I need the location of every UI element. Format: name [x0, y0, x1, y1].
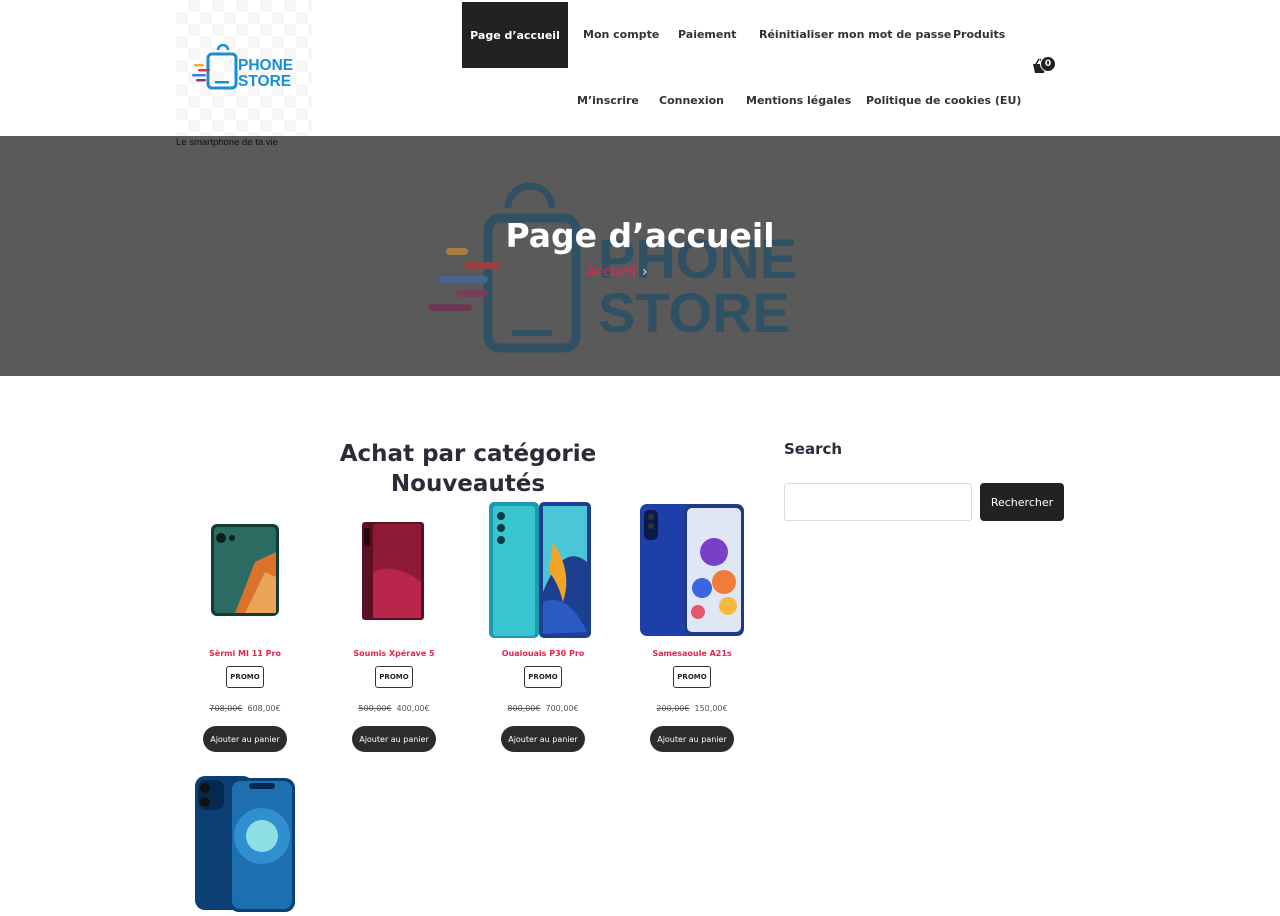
site-header: PHONE STORE Page d’accueil Mon compte Pa… — [0, 0, 1280, 136]
product-name[interactable]: Samesaoule A21s — [632, 649, 752, 658]
phone-store-logo-icon: PHONE STORE — [192, 44, 293, 90]
old-price: 800,00€ — [507, 704, 541, 713]
page-title: Page d’accueil — [505, 216, 775, 255]
product-price: 200,00€ 150,00€ — [632, 704, 752, 713]
breadcrumb-separator-icon: › — [642, 264, 648, 280]
add-to-cart-button[interactable]: Ajouter au panier — [352, 726, 436, 752]
search-button[interactable]: Rechercher — [980, 483, 1064, 521]
new-price: 608,00€ — [247, 704, 281, 713]
svg-text:PHONE: PHONE — [238, 57, 293, 74]
new-price: 700,00€ — [545, 704, 579, 713]
nav-item-connexion[interactable]: Connexion — [659, 94, 724, 107]
nav-item-reset-password[interactable]: Réinitialiser mon mot de passe — [759, 28, 951, 41]
product-card: Soumis Xpérave 5 PROMO 500,00€ 400,00€ Aj… — [334, 502, 454, 762]
promo-badge: PROMO — [226, 666, 264, 688]
product-name[interactable]: Soumis Xpérave 5 — [334, 649, 454, 658]
breadcrumb-link-accueil[interactable]: Accueil — [586, 264, 636, 280]
add-to-cart-button[interactable]: Ajouter au panier — [501, 726, 585, 752]
product-name[interactable]: Sèrmi MI 11 Pro — [185, 649, 305, 658]
product-card: Sèrmi MI 11 Pro PROMO 708,00€ 608,00€ Ajo… — [185, 502, 305, 762]
nav-item-accueil[interactable]: Page d’accueil — [462, 2, 568, 68]
old-price: 200,00€ — [656, 704, 690, 713]
nav-item-inscrire[interactable]: M’inscrire — [577, 94, 639, 107]
page-hero: PHONE STORE Page d’accueil Accueil › — [0, 136, 1280, 376]
svg-text:STORE: STORE — [598, 281, 790, 344]
nav-item-mentions-legales[interactable]: Mentions légales — [746, 94, 851, 107]
breadcrumb: Accueil › — [586, 264, 648, 280]
hero-watermark-logo-icon: PHONE STORE — [428, 182, 797, 353]
section-title-categories: Achat par catégorie — [339, 441, 597, 467]
product-image[interactable] — [334, 502, 454, 642]
promo-badge: PROMO — [375, 666, 413, 688]
add-to-cart-button[interactable]: Ajouter au panier — [650, 726, 734, 752]
search-input[interactable] — [784, 483, 972, 521]
product-name[interactable]: Ouaiouais P30 Pro — [483, 649, 603, 658]
old-price: 500,00€ — [358, 704, 392, 713]
svg-text:STORE: STORE — [238, 73, 291, 90]
product-price: 500,00€ 400,00€ — [334, 704, 454, 713]
product-price: 800,00€ 700,00€ — [483, 704, 603, 713]
product-image[interactable] — [185, 774, 305, 914]
product-card: Ouaiouais P30 Pro PROMO 800,00€ 700,00€ A… — [483, 502, 603, 762]
new-price: 150,00€ — [694, 704, 728, 713]
add-to-cart-button[interactable]: Ajouter au panier — [203, 726, 287, 752]
product-card: Samesaoule A21s PROMO 200,00€ 150,00€ Ajo… — [632, 502, 752, 762]
nav-item-mon-compte[interactable]: Mon compte — [583, 28, 659, 41]
nav-item-politique-cookies[interactable]: Politique de cookies (EU) — [866, 94, 1021, 107]
product-image[interactable] — [483, 502, 603, 642]
site-logo[interactable]: PHONE STORE — [176, 0, 312, 136]
old-price: 708,00€ — [209, 704, 243, 713]
nav-item-produits[interactable]: Produits — [953, 28, 1005, 41]
search-widget-title: Search — [784, 440, 843, 458]
site-tagline: Le smartphone de ta vie — [176, 137, 278, 148]
product-image[interactable] — [632, 502, 752, 642]
nav-item-paiement[interactable]: Paiement — [678, 28, 736, 41]
promo-badge: PROMO — [673, 666, 711, 688]
cart-count-badge[interactable]: 0 — [1040, 56, 1056, 72]
product-price: 708,00€ 608,00€ — [185, 704, 305, 713]
product-image[interactable] — [185, 502, 305, 642]
product-card — [185, 774, 305, 916]
promo-badge: PROMO — [524, 666, 562, 688]
new-price: 400,00€ — [396, 704, 430, 713]
section-title-nouveautes: Nouveautés — [390, 471, 546, 497]
